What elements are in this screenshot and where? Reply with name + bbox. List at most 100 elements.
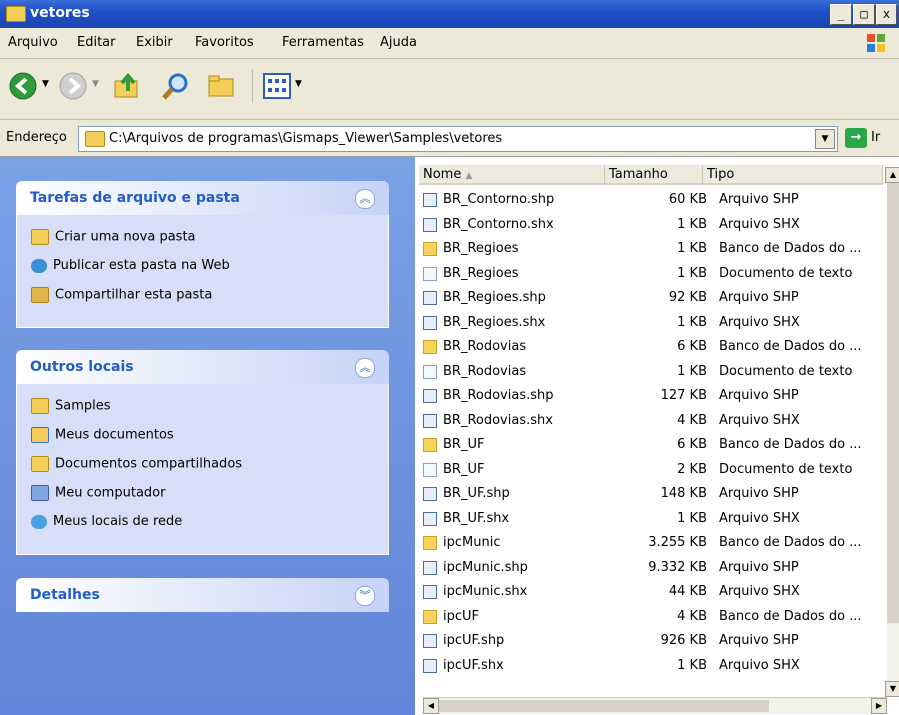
file-type: Arquivo SHP <box>719 290 799 305</box>
back-icon[interactable] <box>8 71 38 101</box>
search-icon[interactable] <box>160 71 192 101</box>
scroll-left-icon[interactable]: ◀ <box>423 698 439 714</box>
place-my-computer[interactable]: Meu computador <box>31 485 165 507</box>
file-row[interactable]: BR_UF 6 KB Banco de Dados do ... <box>423 436 893 455</box>
file-row[interactable]: ipcUF.shx 1 KB Arquivo SHX <box>423 657 893 676</box>
menu-ferramentas[interactable]: Ferramentas <box>282 35 364 50</box>
menu-ajuda[interactable]: Ajuda <box>380 35 417 50</box>
shape-file-icon <box>423 511 437 526</box>
shape-file-icon <box>423 585 437 599</box>
file-row[interactable]: ipcMunic.shx 44 KB Arquivo SHX <box>423 583 893 602</box>
close-button[interactable]: x <box>876 4 897 25</box>
shape-file-icon <box>423 315 437 330</box>
file-row[interactable]: BR_Regioes 1 KB Documento de texto <box>423 265 893 284</box>
panel-header[interactable]: Outros locais ︽ <box>16 350 389 384</box>
forward-dropdown-icon[interactable]: ▼ <box>92 79 99 89</box>
panel-header[interactable]: Detalhes ︾ <box>16 578 389 612</box>
views-icon[interactable] <box>262 71 292 101</box>
file-row[interactable]: ipcUF.shp 926 KB Arquivo SHP <box>423 632 893 651</box>
task-pane: Tarefas de arquivo e pasta ︽ Criar uma n… <box>0 157 415 715</box>
title-bar[interactable]: vetores _ □ x <box>0 0 899 28</box>
task-publish-web[interactable]: Publicar esta pasta na Web <box>31 258 230 280</box>
file-name: ipcUF.shx <box>443 657 504 673</box>
place-network[interactable]: Meus locais de rede <box>31 514 182 536</box>
folders-icon[interactable] <box>206 71 238 101</box>
file-row[interactable]: BR_Contorno.shp 60 KB Arquivo SHP <box>423 191 893 210</box>
column-header-name[interactable]: Nome ▲ <box>419 165 605 185</box>
expand-icon[interactable]: ︾ <box>355 586 375 606</box>
go-button[interactable]: Ir <box>871 130 880 145</box>
task-share-folder[interactable]: Compartilhar esta pasta <box>31 287 212 309</box>
file-name: BR_Contorno.shp <box>443 192 555 207</box>
file-type: Arquivo SHX <box>719 216 800 232</box>
back-dropdown-icon[interactable]: ▼ <box>42 79 49 89</box>
file-row[interactable]: ipcMunic.shp 9.332 KB Arquivo SHP <box>423 559 893 578</box>
file-row[interactable]: BR_UF.shp 148 KB Arquivo SHP <box>423 485 893 504</box>
panel-body: Samples Meus documentos Documentos compa… <box>16 384 389 555</box>
other-places-panel: Outros locais ︽ Samples Meus documentos … <box>16 350 389 555</box>
menu-arquivo[interactable]: Arquivo <box>8 35 58 50</box>
file-size: 1 KB <box>677 363 707 379</box>
text-file-icon <box>423 266 437 281</box>
collapse-icon[interactable]: ︽ <box>355 358 375 378</box>
menu-favoritos[interactable]: Favoritos <box>195 35 254 50</box>
column-header-type[interactable]: Tipo <box>703 165 883 185</box>
file-name: ipcUF.shp <box>443 633 505 648</box>
file-size: 4 KB <box>677 412 707 428</box>
column-header-size[interactable]: Tamanho <box>605 165 703 185</box>
minimize-button[interactable]: _ <box>830 4 852 25</box>
shape-file-icon <box>423 560 437 575</box>
file-row[interactable]: ipcMunic 3.255 KB Banco de Dados do ... <box>423 534 893 553</box>
toolbar: ▼ ▼ ▼ <box>0 59 899 120</box>
file-row[interactable]: BR_Regioes.shx 1 KB Arquivo SHX <box>423 314 893 333</box>
file-name: BR_Contorno.shx <box>443 216 554 232</box>
file-size: 6 KB <box>677 437 707 452</box>
file-row[interactable]: BR_Contorno.shx 1 KB Arquivo SHX <box>423 216 893 235</box>
file-row[interactable]: BR_Rodovias.shx 4 KB Arquivo SHX <box>423 412 893 431</box>
file-name: BR_UF <box>443 461 485 477</box>
scroll-thumb[interactable] <box>887 183 899 623</box>
scroll-up-icon[interactable]: ▲ <box>885 167 899 183</box>
forward-icon[interactable] <box>58 71 88 101</box>
menu-exibir[interactable]: Exibir <box>136 35 173 50</box>
vertical-scrollbar[interactable]: ▲ ▼ <box>885 167 899 697</box>
globe-icon <box>31 258 47 273</box>
file-name: BR_Rodovias <box>443 339 527 354</box>
file-row[interactable]: BR_UF 2 KB Documento de texto <box>423 461 893 480</box>
file-type: Arquivo SHX <box>719 657 800 673</box>
file-row[interactable]: BR_UF.shx 1 KB Arquivo SHX <box>423 510 893 529</box>
scroll-down-icon[interactable]: ▼ <box>885 681 899 697</box>
place-samples[interactable]: Samples <box>31 398 111 420</box>
file-row[interactable]: BR_Rodovias 1 KB Documento de texto <box>423 363 893 382</box>
file-folder-tasks-panel: Tarefas de arquivo e pasta ︽ Criar uma n… <box>16 181 389 328</box>
scroll-right-icon[interactable]: ▶ <box>871 698 887 714</box>
horizontal-scrollbar[interactable]: ◀ ▶ <box>423 697 887 714</box>
place-shared-documents[interactable]: Documentos compartilhados <box>31 456 242 478</box>
collapse-icon[interactable]: ︽ <box>355 189 375 209</box>
file-row[interactable]: BR_Rodovias 6 KB Banco de Dados do ... <box>423 338 893 357</box>
task-new-folder[interactable]: Criar uma nova pasta <box>31 229 196 251</box>
address-dropdown-button[interactable]: ▼ <box>815 129 835 149</box>
file-size: 6 KB <box>677 339 707 354</box>
address-input[interactable]: C:\Arquivos de programas\Gismaps_Viewer\… <box>78 126 838 152</box>
file-size: 44 KB <box>668 584 707 599</box>
maximize-button[interactable]: □ <box>853 4 875 25</box>
place-my-documents[interactable]: Meus documentos <box>31 427 174 449</box>
file-name: BR_Rodovias.shx <box>443 412 553 428</box>
file-size: 127 KB <box>660 388 707 403</box>
file-row[interactable]: BR_Regioes 1 KB Banco de Dados do ... <box>423 240 893 259</box>
file-row[interactable]: BR_Rodovias.shp 127 KB Arquivo SHP <box>423 387 893 406</box>
menu-editar[interactable]: Editar <box>77 35 116 50</box>
network-icon <box>31 514 47 529</box>
address-bar: Endereço C:\Arquivos de programas\Gismap… <box>0 120 899 157</box>
folder-up-icon[interactable] <box>112 71 144 101</box>
scroll-thumb[interactable] <box>439 700 769 712</box>
go-arrow-icon[interactable]: → <box>845 128 867 148</box>
file-list: Nome ▲ Tamanho Tipo BR_Contorno.shp 60 KB… <box>415 157 899 715</box>
file-type: Banco de Dados do ... <box>719 339 862 354</box>
file-row[interactable]: ipcUF 4 KB Banco de Dados do ... <box>423 608 893 627</box>
file-row[interactable]: BR_Regioes.shp 92 KB Arquivo SHP <box>423 289 893 308</box>
database-file-icon <box>423 536 437 550</box>
panel-header[interactable]: Tarefas de arquivo e pasta ︽ <box>16 181 389 215</box>
views-dropdown-icon[interactable]: ▼ <box>295 79 302 89</box>
